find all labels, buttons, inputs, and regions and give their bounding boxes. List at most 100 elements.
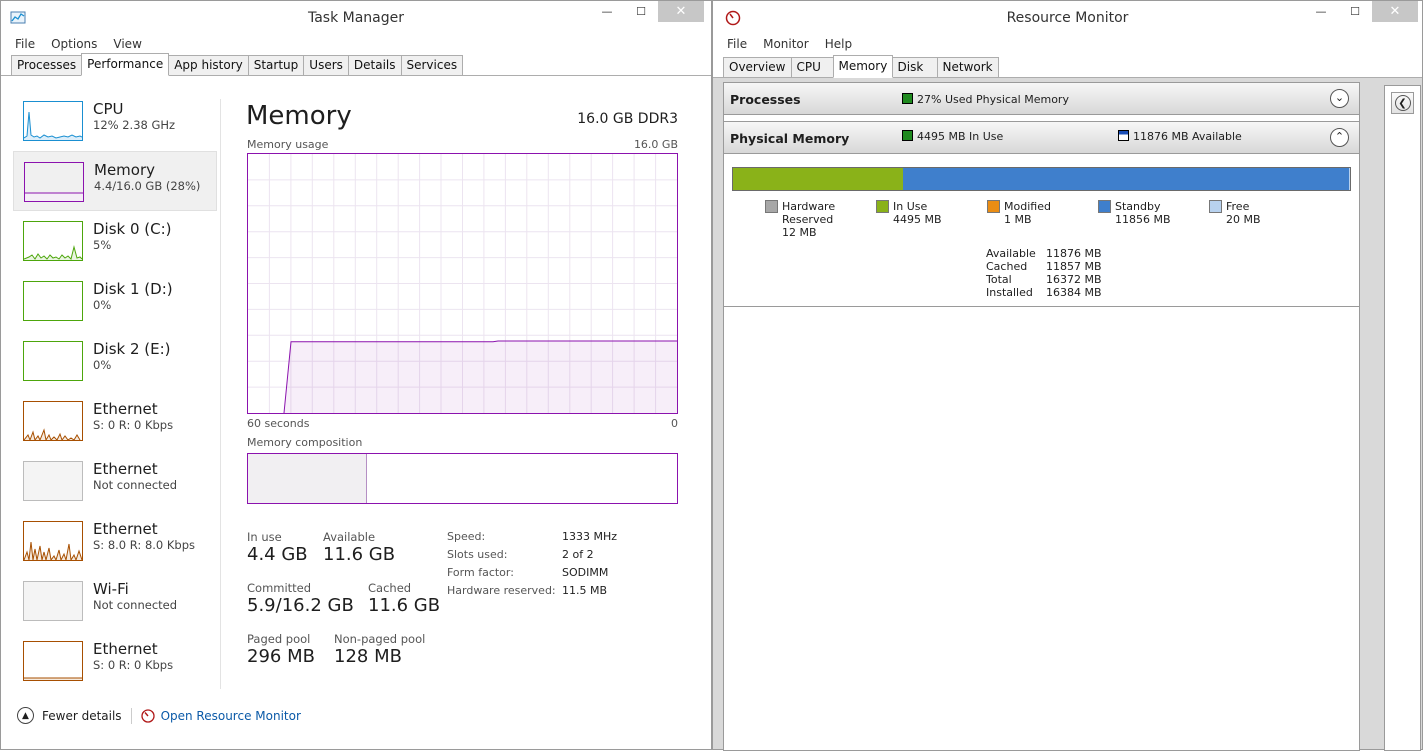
memory-composition-label: Memory composition [247,436,362,449]
physical-memory-header[interactable]: Physical Memory 4495 MB In Use 11876 MB … [724,122,1359,154]
tab-network[interactable]: Network [937,57,999,77]
minimize-button[interactable]: — [590,1,624,22]
fewer-details-button[interactable]: ▲ Fewer details [17,707,122,724]
sidebar-item-name: Ethernet [93,640,158,658]
physical-memory-section: Physical Memory 4495 MB In Use 11876 MB … [724,121,1359,307]
stat-value: 296 MB [247,646,315,667]
sidebar-item-name: Disk 0 (C:) [93,220,172,238]
tab-details[interactable]: Details [348,55,402,75]
sidebar-item-disk-2-e[interactable]: Disk 2 (E:)0% [13,331,217,391]
spec-form-value: SODIMM [562,566,608,579]
legend-line: 4495 MB [893,213,942,226]
legend-swatch [1098,200,1111,213]
legend-line: Hardware [782,200,835,213]
chevron-down-icon[interactable]: ⌄ [1330,89,1349,108]
sidebar-item-name: CPU [93,100,124,118]
tab-processes[interactable]: Processes [11,55,82,75]
sidebar-item-ethernet[interactable]: EthernetS: 0 R: 0 Kbps [13,631,217,691]
processes-section-header[interactable]: Processes 27% Used Physical Memory ⌄ [724,83,1359,115]
tab-overview[interactable]: Overview [723,57,792,77]
available-status: 11876 MB Available [1118,130,1242,143]
legend-text: Standby11856 MB [1115,200,1171,226]
tab-performance[interactable]: Performance [81,53,169,76]
stat-cached: Cached 11.6 GB [368,581,440,616]
stat-label: Available [323,530,395,544]
sidebar-item-ethernet[interactable]: EthernetS: 0 R: 0 Kbps [13,391,217,451]
sidebar-item-name: Disk 1 (D:) [93,280,173,298]
resource-monitor-content: Processes 27% Used Physical Memory ⌄ Phy… [723,82,1360,751]
stat-in-use: In use 4.4 GB [247,530,308,565]
collapse-views-button[interactable]: ❮ [1391,92,1414,114]
stat-available: Available 11.6 GB [323,530,395,565]
available-meter-icon [1118,130,1129,141]
tab-strip: Processes Performance App history Startu… [1,54,711,76]
menu-view[interactable]: View [113,37,141,52]
sidebar-item-name: Memory [94,161,155,179]
stat-label: Paged pool [247,632,315,646]
menu-help[interactable]: Help [825,37,852,52]
menu-monitor[interactable]: Monitor [763,37,809,52]
close-button[interactable]: ✕ [658,1,704,22]
memory-usage-area [284,341,677,413]
time-axis-right: 0 [671,417,678,430]
resource-monitor-icon [141,709,155,723]
physical-memory-bar [732,167,1351,191]
sidebar-item-detail: 5% [93,238,111,252]
stat-value: 11.6 GB [368,595,440,616]
sidebar-item-name: Wi-Fi [93,580,129,598]
views-pane: ❮ [1384,85,1421,751]
resource-monitor-window: Resource Monitor — ☐ ✕ File Monitor Help… [712,0,1423,750]
menu-bar: File Monitor Help [713,35,1422,54]
sidebar-item-disk-0-c[interactable]: Disk 0 (C:)5% [13,211,217,271]
legend-line: 11856 MB [1115,213,1171,226]
composition-in-use-segment [248,454,367,503]
stat-label: In use [247,530,308,544]
minimize-button[interactable]: — [1304,1,1338,22]
tab-services[interactable]: Services [401,55,464,75]
maximize-button[interactable]: ☐ [624,1,658,22]
memory-composition-bar [247,453,678,504]
mini-graph [23,521,83,561]
mini-graph [23,101,83,141]
tab-disk[interactable]: Disk [892,57,938,77]
sidebar-item-detail: S: 0 R: 0 Kbps [93,658,173,672]
tab-memory[interactable]: Memory [833,55,893,78]
open-resource-monitor-link[interactable]: Open Resource Monitor [141,709,301,723]
tab-cpu[interactable]: CPU [791,57,834,77]
spec-speed-value: 1333 MHz [562,530,617,543]
stat-label: Cached [368,581,440,595]
sidebar-item-name: Ethernet [93,400,158,418]
sidebar-item-memory[interactable]: Memory4.4/16.0 GB (28%) [13,151,217,211]
sidebar-item-disk-1-d[interactable]: Disk 1 (D:)0% [13,271,217,331]
stat-value: 11.6 GB [323,544,395,565]
task-manager-window: Task Manager — ☐ ✕ File Options View Pro… [0,0,712,750]
legend-line: 20 MB [1226,213,1261,226]
sidebar-item-wi-fi[interactable]: Wi-FiNot connected [13,571,217,631]
footer-divider [131,708,132,724]
stat-nonpaged-pool: Non-paged pool 128 MB [334,632,425,667]
summary-value: 16372 MB [1046,273,1102,286]
sidebar-item-ethernet[interactable]: EthernetS: 8.0 R: 8.0 Kbps [13,511,217,571]
sidebar-item-detail: S: 8.0 R: 8.0 Kbps [93,538,195,552]
tab-users[interactable]: Users [303,55,349,75]
menu-file[interactable]: File [15,37,35,52]
legend-line: 1 MB [1004,213,1051,226]
maximize-button[interactable]: ☐ [1338,1,1372,22]
memory-spec: 16.0 GB DDR3 [577,111,678,127]
mini-graph [23,281,83,321]
stat-label: Non-paged pool [334,632,425,646]
sidebar-item-ethernet[interactable]: EthernetNot connected [13,451,217,511]
chevron-up-icon[interactable]: ⌃ [1330,128,1349,147]
tab-startup[interactable]: Startup [248,55,305,75]
menu-file[interactable]: File [727,37,747,52]
spec-hwres-value: 11.5 MB [562,584,607,597]
tab-app-history[interactable]: App history [168,55,249,75]
summary-value: 11857 MB [1046,260,1102,273]
menu-options[interactable]: Options [51,37,97,52]
legend-line: Standby [1115,200,1171,213]
page-title: Memory [246,101,352,131]
legend-line: 12 MB [782,226,835,239]
close-button[interactable]: ✕ [1372,1,1418,22]
sidebar-item-cpu[interactable]: CPU12% 2.38 GHz [13,91,217,151]
sidebar-item-detail: 4.4/16.0 GB (28%) [94,179,200,193]
